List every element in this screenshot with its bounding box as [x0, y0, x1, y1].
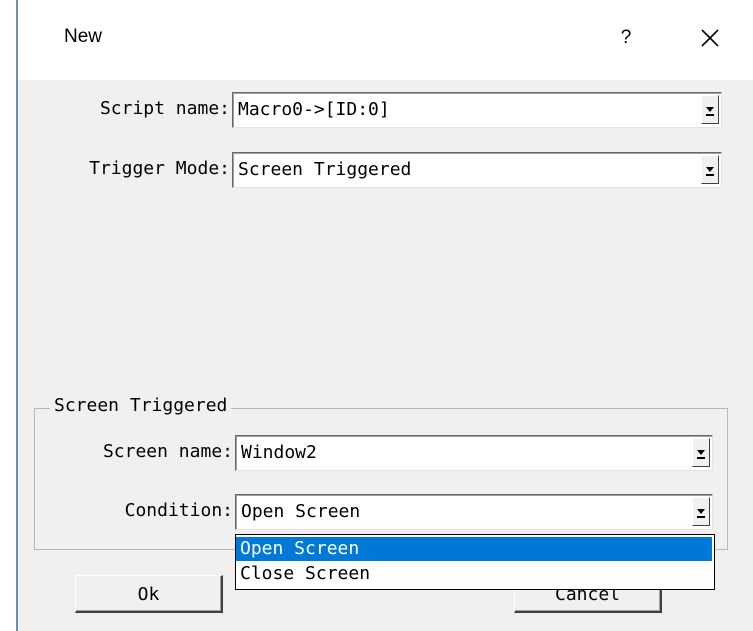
trigger-mode-value: Screen Triggered	[238, 159, 412, 180]
condition-combo[interactable]: Open Screen	[235, 494, 713, 530]
chevron-down-icon[interactable]	[692, 438, 710, 467]
chevron-down-icon[interactable]	[701, 155, 719, 184]
groupbox-title: Screen Triggered	[50, 395, 232, 416]
dialog-title: New	[64, 26, 103, 47]
chevron-down-icon[interactable]	[692, 497, 710, 526]
window-border	[16, 0, 18, 631]
condition-value: Open Screen	[241, 501, 361, 522]
chevron-down-icon[interactable]	[701, 95, 719, 124]
trigger-mode-combo[interactable]: Screen Triggered	[232, 152, 722, 188]
trigger-mode-label: Trigger Mode:	[89, 158, 230, 179]
close-icon	[701, 29, 719, 47]
title-bar: New ?	[18, 0, 753, 80]
screen-name-value: Window2	[241, 442, 317, 463]
dropdown-option-close-screen[interactable]: Close Screen	[236, 562, 712, 586]
close-button[interactable]	[694, 22, 726, 54]
ok-button[interactable]: Ok	[75, 575, 223, 613]
new-dialog: New ? Script name: Macro0->[ID:0] Trigge…	[0, 0, 753, 631]
screen-name-combo[interactable]: Window2	[235, 435, 713, 471]
screen-name-label: Screen name:	[102, 441, 233, 462]
script-name-combo[interactable]: Macro0->[ID:0]	[232, 92, 722, 128]
condition-label: Condition:	[124, 500, 233, 521]
script-name-value: Macro0->[ID:0]	[238, 99, 390, 120]
dropdown-option-open-screen[interactable]: Open Screen	[236, 537, 712, 561]
condition-dropdown-list: Open Screen Close Screen	[235, 534, 715, 590]
script-name-label: Script name:	[99, 98, 230, 119]
help-button[interactable]: ?	[614, 22, 638, 54]
